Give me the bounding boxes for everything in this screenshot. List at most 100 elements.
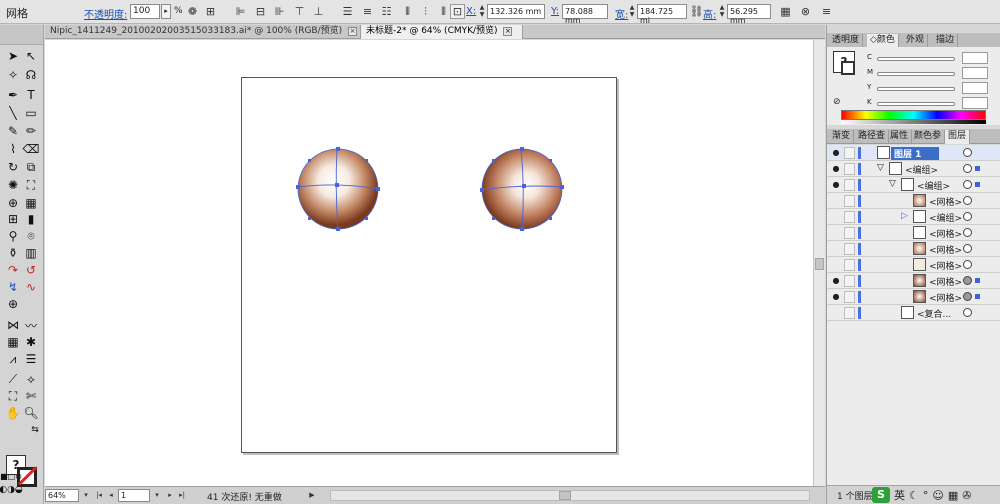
next-artboard-icon[interactable]: ▸ [165,489,175,502]
scale-tool-icon[interactable]: ⧉ [22,159,40,175]
lock-toggle[interactable] [844,195,855,207]
target-icon[interactable] [963,148,972,157]
distribute-bottom-icon[interactable]: ☷ [379,4,394,19]
cyan-track[interactable] [877,57,955,61]
width-spinner-icon[interactable]: ▲ ▼ [628,4,636,19]
expand-triangle-icon[interactable]: ▽ [877,163,884,173]
width-input[interactable]: 184.725 mi [637,4,687,25]
layer-row[interactable]: ● ▽ <编组> [827,161,1000,177]
envelope-tool-icon[interactable]: 〰 [22,317,40,333]
pipette-tool-icon[interactable]: ⟋ [4,371,22,387]
left-sphere[interactable] [296,147,380,231]
vertical-scrollbar[interactable] [813,40,825,486]
column-graph-tool-icon[interactable]: ▥ [22,245,40,261]
lasso-tool-icon[interactable]: ☊ [22,67,40,83]
layer-name[interactable]: <网格> [929,195,962,208]
sprayer-tool-icon[interactable]: ✱ [22,334,40,350]
layer-name[interactable]: <网格> [929,259,962,272]
layer-name[interactable]: <网格> [929,275,962,288]
visibility-eye-icon[interactable]: ● [831,292,841,302]
black-value-input[interactable] [962,97,988,109]
ime-logo-icon[interactable]: S [872,487,890,503]
eraser-tool-icon[interactable]: ⌫ [22,141,40,157]
target-icon[interactable] [963,228,972,237]
visibility-eye-icon[interactable]: ● [831,164,841,174]
draw-mode-icon[interactable]: ◐◑◒ [0,482,23,498]
color-spectrum-gray[interactable] [841,120,986,124]
magic-wand-tool-icon[interactable]: ✧ [4,67,22,83]
perspective-grid-tool-icon[interactable]: ▦ [22,195,40,211]
visibility-eye-icon[interactable]: ● [831,180,841,190]
layer-name[interactable]: <网格> [929,291,962,304]
tools-panel-grip[interactable] [0,25,43,45]
tab-color[interactable]: ◇颜色 [867,34,899,48]
tab-document-1[interactable]: Nipic_1411249_20100202003515033183.ai* @… [45,25,361,39]
align-center-h-icon[interactable]: ⊟ [253,4,268,19]
x-spinner-icon[interactable]: ▲ ▼ [478,4,486,19]
y-spinner-icon[interactable] [553,4,561,19]
tab-transparency[interactable]: 透明度 [829,34,864,48]
cyan-slider[interactable]: C [867,52,997,65]
horizontal-scrollbar[interactable] [330,490,810,501]
layer-name[interactable]: <编组> [905,163,938,176]
constrain-link-icon[interactable]: ⛓ [689,4,704,19]
yellow-value-input[interactable] [962,82,988,94]
line-tool-icon[interactable]: ╲ [4,105,22,121]
visibility-eye-icon[interactable]: ● [831,148,841,158]
layer-name[interactable]: <复合... [917,307,951,320]
color-spectrum[interactable] [841,110,986,120]
align-right-icon[interactable]: ⊪ [272,4,287,19]
lock-toggle[interactable] [844,243,855,255]
layer-name[interactable]: <网格> [929,227,962,240]
target-icon[interactable] [963,276,972,285]
height-label[interactable]: 高: [703,6,716,21]
tab-gradient[interactable]: 渐变 [829,130,855,144]
canvas-area[interactable] [45,40,813,486]
tab-pathfinder[interactable]: 路径查 [855,130,890,144]
first-artboard-icon[interactable]: |◂ [94,489,104,502]
target-icon[interactable] [963,260,972,269]
magenta-track[interactable] [877,72,955,76]
layer-row[interactable]: ● <网格> [827,273,1000,289]
y-input[interactable]: 78.088 mm [562,4,608,25]
align-left-icon[interactable]: ⊫ [233,4,248,19]
shape-builder-tool-icon[interactable]: ⊕ [4,195,22,211]
symbol-sprayer-tool-icon[interactable]: ⚱ [4,245,22,261]
black-slider[interactable]: K [867,97,997,110]
pencil-tool-icon[interactable]: ✏ [22,123,40,139]
selection-indicator[interactable] [975,278,980,283]
tab-attributes[interactable]: 属性 [887,130,913,144]
align-top-icon[interactable]: ⊤ [292,4,307,19]
previous-artboard-icon[interactable]: ◂ [106,489,116,502]
blob-brush-tool-icon[interactable]: ⌇ [4,141,22,157]
target-icon[interactable] [963,292,972,301]
height-input[interactable]: 56.295 mm [727,4,771,25]
eyedropper-tool-icon[interactable]: ⚲ [4,228,22,244]
zoom-dropdown-icon[interactable]: ▾ [81,489,91,502]
layer-row[interactable]: ● ▽ <编组> [827,177,1000,193]
red-arrow-tool-icon[interactable]: ↷ [4,262,22,278]
distribute-left-icon[interactable]: ⫴ [400,4,415,19]
distribute-right-icon[interactable]: ⦀ [436,4,451,19]
expand-triangle-icon[interactable]: ▷ [901,211,908,221]
hand-tool-icon[interactable]: ✋ [4,405,22,421]
lock-toggle[interactable] [844,307,855,319]
x-label[interactable]: X: [466,6,476,17]
punctuation-icon[interactable]: ° [923,489,929,502]
transform-panel-icon[interactable]: ▦ [778,4,793,19]
target-icon[interactable] [963,244,972,253]
opacity-label[interactable]: 不透明度: [84,6,127,21]
zigzag-tool-icon[interactable]: ⩘ [4,351,22,367]
selection-indicator[interactable] [975,294,980,299]
lock-toggle[interactable] [844,259,855,271]
slice-tool-icon[interactable]: ✄ [22,388,40,404]
target-icon[interactable] [963,196,972,205]
selection-indicator[interactable] [975,182,980,187]
layer-row[interactable]: <复合... [827,305,1000,321]
artboard[interactable] [241,77,617,453]
red-wave-tool-icon[interactable]: ∿ [22,279,40,295]
expand-triangle-icon[interactable]: ▽ [889,179,896,189]
recolor-icon[interactable]: ❁ [185,4,200,19]
list-tool-icon[interactable]: ☰ [22,351,40,367]
frame-tool-icon[interactable]: ⋈ [4,317,22,333]
